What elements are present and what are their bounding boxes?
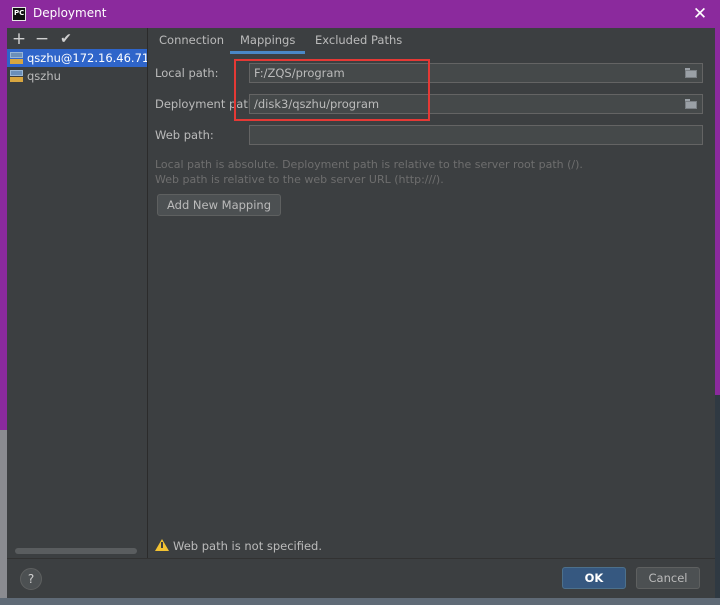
- path-help-text-line-2: Web path is relative to the web server U…: [155, 173, 444, 186]
- server-icon: [10, 70, 23, 82]
- folder-icon[interactable]: [685, 68, 697, 78]
- tab-excluded-paths[interactable]: Excluded Paths: [305, 28, 412, 54]
- highlight-annotation-box: [234, 59, 430, 121]
- warning-message: Web path is not specified.: [155, 538, 322, 554]
- title-bar[interactable]: PC Deployment ✕: [0, 0, 720, 28]
- window-title: Deployment: [33, 6, 107, 20]
- server-item-label: qszhu: [27, 69, 61, 83]
- apply-checkmark-button[interactable]: ✔: [57, 30, 75, 48]
- warning-text: Web path is not specified.: [173, 539, 323, 553]
- help-button[interactable]: ?: [20, 568, 42, 590]
- ok-button[interactable]: OK: [562, 567, 626, 589]
- desktop-background-bottom: [0, 598, 720, 605]
- cancel-button[interactable]: Cancel: [636, 567, 700, 589]
- server-list-item[interactable]: qszhu@172.16.46.71:22: [7, 49, 147, 67]
- add-server-button[interactable]: +: [10, 30, 28, 48]
- tab-connection[interactable]: Connection: [149, 28, 234, 54]
- close-icon[interactable]: ✕: [690, 4, 710, 24]
- server-item-label: qszhu@172.16.46.71:22: [27, 51, 147, 65]
- server-list-panel: + − ✔ qszhu@172.16.46.71:22 qszhu: [7, 28, 148, 558]
- tab-bar: Connection Mappings Excluded Paths: [149, 28, 715, 54]
- remove-server-button[interactable]: −: [33, 30, 51, 48]
- server-list-item[interactable]: qszhu: [7, 67, 147, 85]
- web-path-label: Web path:: [155, 128, 214, 142]
- path-help-text-line-1: Local path is absolute. Deployment path …: [155, 158, 583, 171]
- warning-icon: [155, 539, 169, 553]
- add-new-mapping-button[interactable]: Add New Mapping: [157, 194, 281, 216]
- local-path-label: Local path:: [155, 66, 219, 80]
- web-path-field[interactable]: [249, 125, 703, 145]
- desktop-background-right: [715, 395, 720, 598]
- tab-mappings[interactable]: Mappings: [230, 28, 306, 54]
- pycharm-app-icon: PC: [12, 7, 26, 21]
- server-icon: [10, 52, 23, 64]
- desktop-background-left: [0, 430, 7, 598]
- horizontal-scrollbar[interactable]: [15, 548, 137, 554]
- folder-icon[interactable]: [685, 99, 697, 109]
